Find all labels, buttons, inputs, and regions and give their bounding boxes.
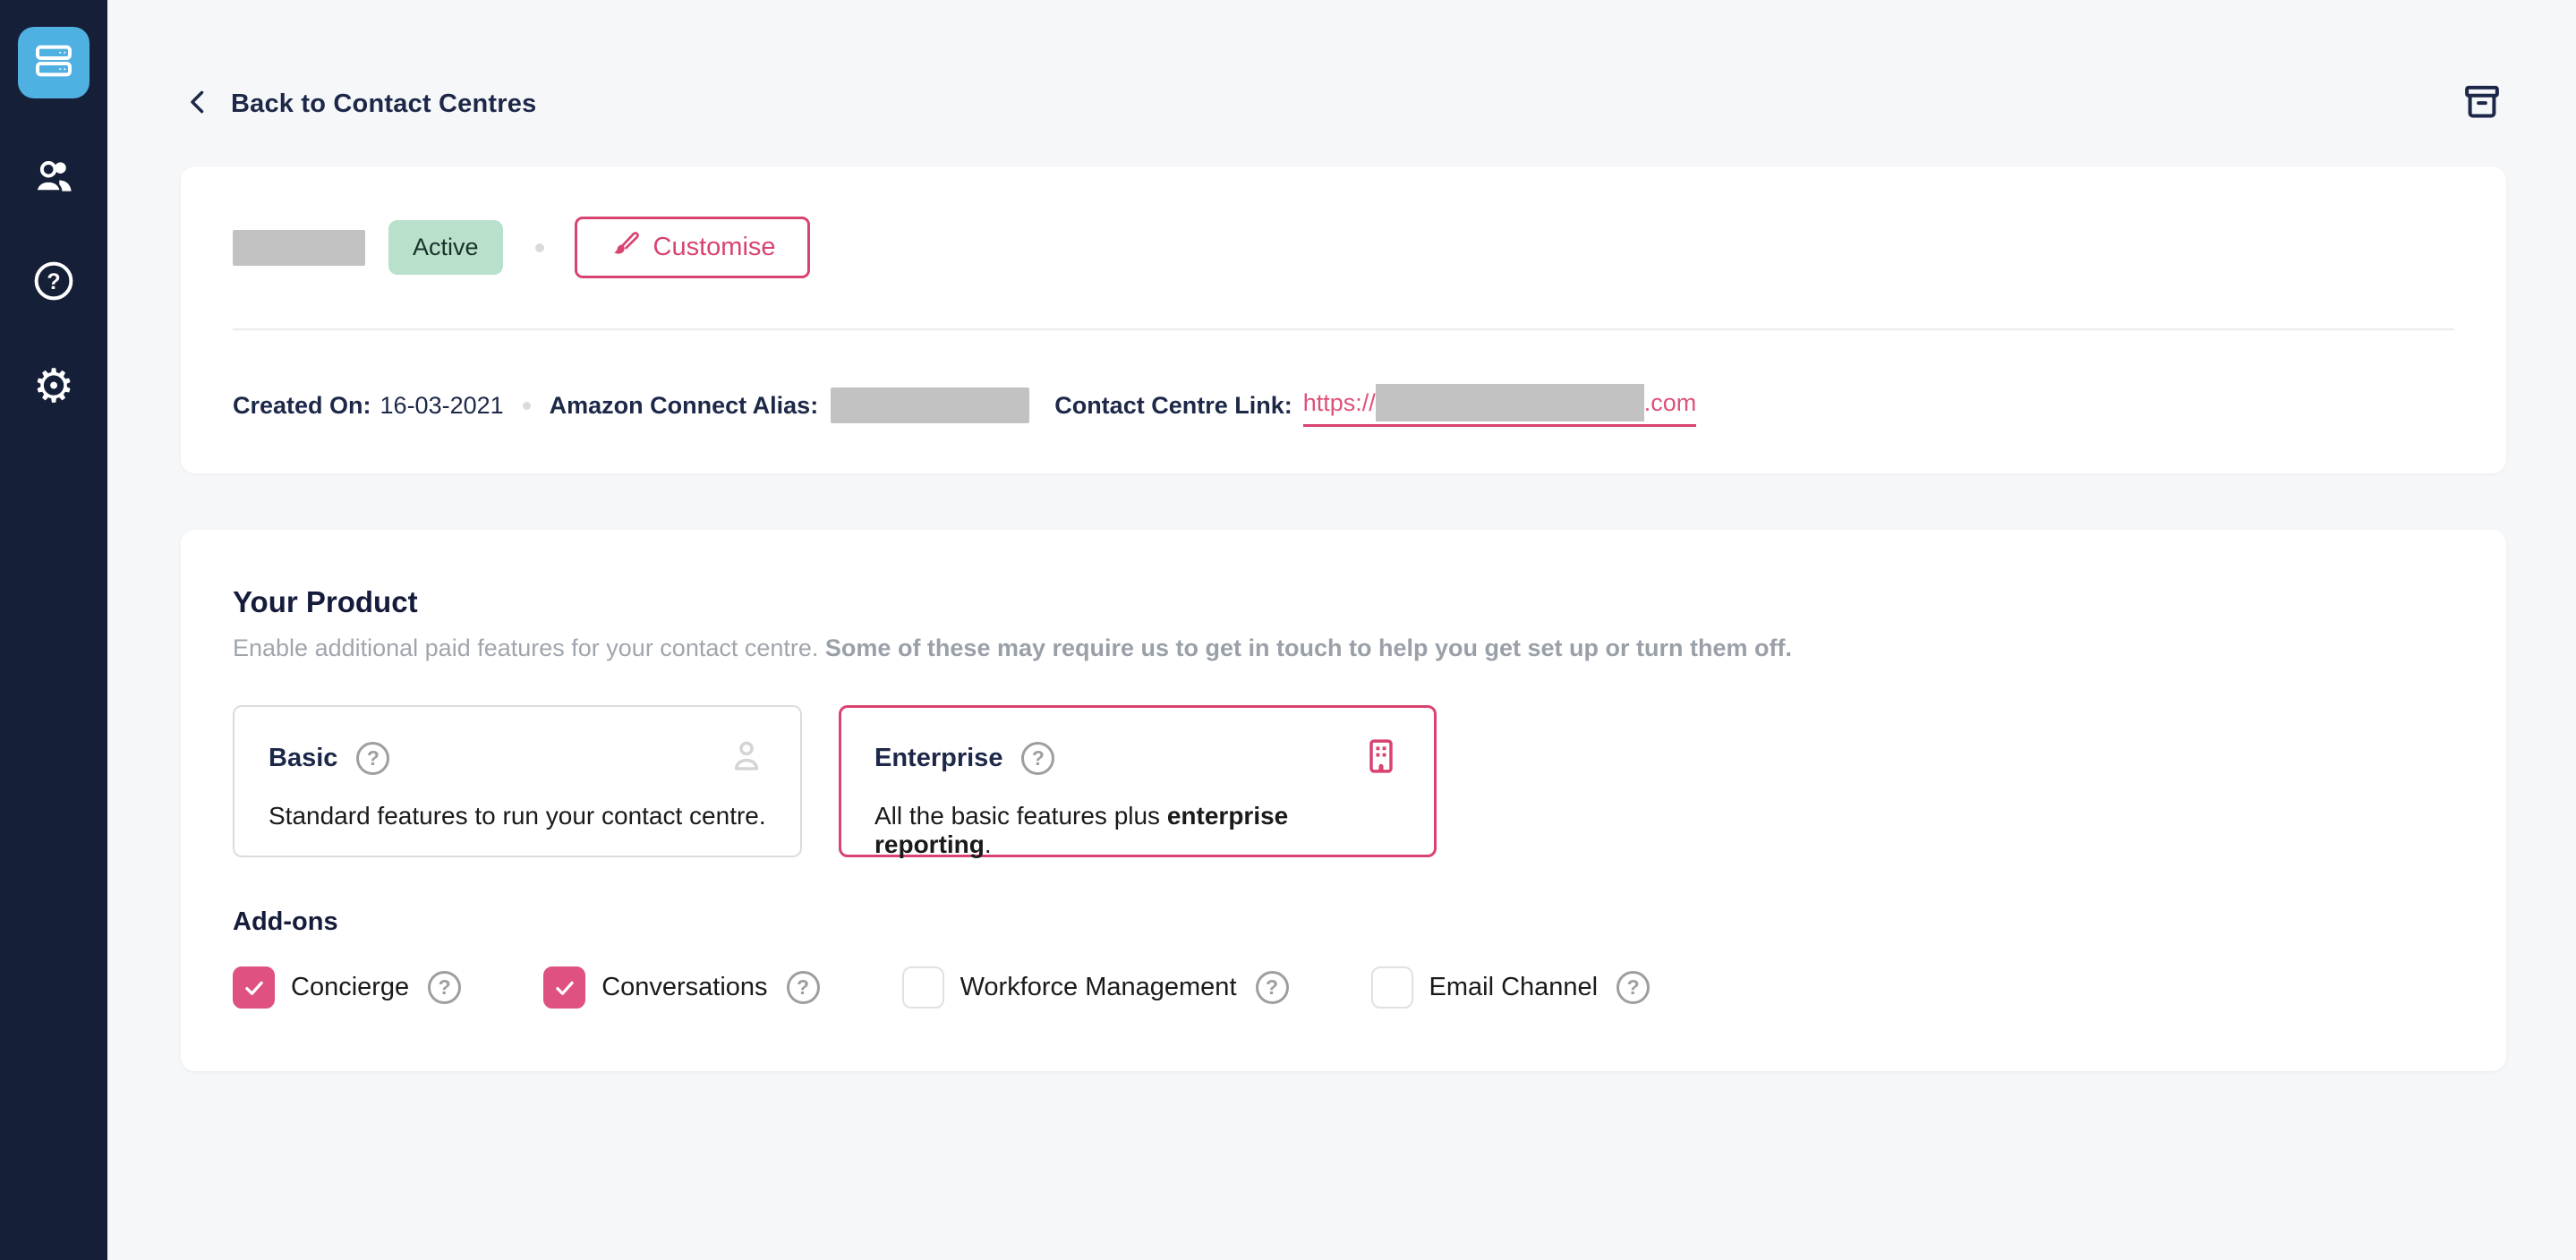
plan-enterprise-name: Enterprise <box>874 744 1002 773</box>
archive-icon <box>2461 81 2503 127</box>
sidebar-item-contact-centres[interactable] <box>18 27 90 98</box>
person-icon <box>727 736 766 780</box>
alias-label: Amazon Connect Alias: <box>550 392 819 420</box>
product-description-normal: Enable additional paid features for your… <box>233 634 825 661</box>
checkbox[interactable] <box>1371 966 1413 1009</box>
plan-card-enterprise[interactable]: Enterprise All the basic features <box>839 705 1437 857</box>
checkbox[interactable] <box>543 966 585 1009</box>
summary-divider <box>233 328 2454 330</box>
created-on-label: Created On: <box>233 392 371 420</box>
back-button[interactable] <box>181 86 217 122</box>
question-circle-icon[interactable] <box>428 971 461 1004</box>
addons-row: Concierge Conversations Workforce Manage… <box>233 966 2454 1009</box>
building-icon <box>1361 736 1401 780</box>
product-description-bold: Some of these may require us to get in t… <box>825 634 1792 661</box>
addon-label: Workforce Management <box>960 973 1237 1002</box>
addon-label: Concierge <box>291 973 409 1002</box>
customise-button-label: Customise <box>653 233 776 262</box>
question-circle-icon[interactable] <box>1616 971 1650 1004</box>
plan-basic-description: Standard features to run your contact ce… <box>269 802 766 830</box>
gear-icon: ⚙ <box>33 363 75 410</box>
server-icon <box>32 39 75 87</box>
plan-enterprise-desc-prefix: All the basic features plus <box>874 802 1167 830</box>
plan-card-basic[interactable]: Basic Standard features to run your cont… <box>233 705 802 857</box>
contact-centre-summary-card: Active Customise Created On: 16-03-2021 … <box>181 166 2506 473</box>
question-circle-icon[interactable] <box>356 742 389 775</box>
plans-row: Basic Standard features to run your cont… <box>233 705 2454 857</box>
plan-enterprise-description: All the basic features plus enterprise r… <box>874 802 1401 859</box>
archive-button[interactable] <box>2458 80 2506 128</box>
checkbox[interactable] <box>233 966 275 1009</box>
contact-centre-name-redacted <box>233 230 365 266</box>
svg-text:?: ? <box>47 268 60 294</box>
sidebar-item-users[interactable] <box>30 156 77 202</box>
customise-button[interactable]: Customise <box>575 217 810 278</box>
question-circle-icon[interactable] <box>787 971 820 1004</box>
contact-centre-link[interactable]: https:// .com <box>1303 384 1697 427</box>
your-product-card: Your Product Enable additional paid feat… <box>181 530 2506 1071</box>
addons-title: Add-ons <box>233 907 2454 937</box>
addon-label: Conversations <box>601 973 767 1002</box>
plan-basic-name: Basic <box>269 744 337 773</box>
link-suffix: .com <box>1644 389 1697 417</box>
alias-redacted <box>831 387 1029 423</box>
dot-separator <box>535 243 544 252</box>
created-on-value: 16-03-2021 <box>380 392 504 420</box>
status-badge: Active <box>388 220 503 275</box>
product-section-title: Your Product <box>233 585 2454 619</box>
link-redacted <box>1376 384 1644 421</box>
help-icon: ? <box>31 259 76 308</box>
link-label: Contact Centre Link: <box>1054 392 1292 420</box>
product-section-description: Enable additional paid features for your… <box>233 634 2454 662</box>
back-link-label[interactable]: Back to Contact Centres <box>231 89 536 119</box>
addon-concierge[interactable]: Concierge <box>233 966 461 1009</box>
plan-enterprise-head: Enterprise <box>874 736 1401 780</box>
dot-separator <box>523 402 531 410</box>
users-icon <box>31 155 76 204</box>
plan-basic-head: Basic <box>269 736 766 780</box>
question-circle-icon[interactable] <box>1021 742 1054 775</box>
checkbox[interactable] <box>902 966 944 1009</box>
addon-conversations[interactable]: Conversations <box>543 966 819 1009</box>
page-header: Back to Contact Centres <box>181 79 2506 129</box>
sidebar-item-settings[interactable]: ⚙ <box>30 363 77 410</box>
link-prefix: https:// <box>1303 389 1376 417</box>
question-circle-icon[interactable] <box>1256 971 1289 1004</box>
main-content: Back to Contact Centres Active <box>107 0 2576 1260</box>
summary-meta-row: Created On: 16-03-2021 Amazon Connect Al… <box>233 384 2454 427</box>
summary-title-row: Active Customise <box>233 217 2454 278</box>
addon-workforce-management[interactable]: Workforce Management <box>902 966 1289 1009</box>
sidebar: ? ⚙ <box>0 0 107 1260</box>
addon-email-channel[interactable]: Email Channel <box>1371 966 1651 1009</box>
plan-enterprise-desc-suffix: . <box>985 830 992 858</box>
addon-label: Email Channel <box>1429 973 1599 1002</box>
paintbrush-icon <box>609 229 639 267</box>
chevron-left-icon <box>183 87 214 122</box>
sidebar-item-help[interactable]: ? <box>30 260 77 306</box>
